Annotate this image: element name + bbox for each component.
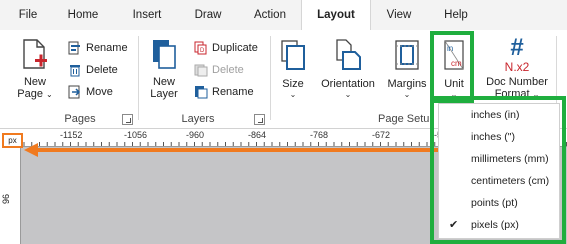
new-page-icon (23, 39, 47, 69)
ruler-label: -960 (186, 130, 205, 140)
page-orientation-icon (336, 39, 361, 70)
orientation-button[interactable]: Orientation ⌄ (316, 36, 380, 99)
rename-layer-button[interactable]: Rename (194, 83, 254, 101)
group-divider (138, 36, 139, 120)
menu-insert[interactable]: Insert (124, 0, 170, 30)
menu-home[interactable]: Home (62, 0, 104, 30)
menu-file[interactable]: File (14, 0, 42, 30)
new-page-label-1: New (23, 76, 46, 88)
menu-help[interactable]: Help (438, 0, 474, 30)
margins-button[interactable]: Margins ⌄ (384, 36, 430, 99)
chevron-down-icon: ⌄ (403, 90, 411, 99)
new-page-label-2: Page ⌄ (17, 88, 53, 100)
menu-view[interactable]: View (380, 0, 418, 30)
delete-layer-icon (194, 64, 208, 77)
group-divider (270, 36, 271, 120)
rename-page-icon (68, 41, 80, 55)
menu-bar: File Home Insert Draw Action Layout View… (0, 0, 567, 30)
ruler-label: -672 (372, 130, 391, 140)
pages-group-label: Pages (64, 113, 96, 125)
menu-layout[interactable]: Layout (301, 0, 371, 30)
delete-layer-button[interactable]: Delete (194, 61, 244, 79)
rename-page-button[interactable]: Rename (68, 39, 128, 57)
chevron-down-icon: ⌄ (344, 90, 352, 99)
ruler-label: -768 (310, 130, 329, 140)
menu-action[interactable]: Action (248, 0, 292, 30)
annotation-arrow-line (36, 148, 440, 152)
move-page-icon (68, 85, 81, 99)
doc-number-icon: # N.x2 (482, 36, 552, 76)
margins-label: Margins (387, 78, 427, 90)
unit-button-highlight (430, 31, 474, 103)
layers-dialog-launcher-icon[interactable] (254, 114, 265, 125)
doc-number-format-button[interactable]: # N.x2 Doc Number Format ⌄ (482, 36, 552, 101)
new-layer-label-2: Layer (150, 88, 178, 100)
hash-icon: # (510, 34, 524, 61)
page-size-icon (281, 40, 305, 70)
size-label: Size (282, 78, 304, 90)
trash-icon (70, 65, 80, 77)
new-layer-icon (153, 40, 176, 69)
menu-draw[interactable]: Draw (188, 0, 228, 30)
unit-dropdown-highlight (430, 96, 566, 244)
vertical-ruler-label: 96 (1, 193, 11, 204)
ruler-label: -1056 (124, 130, 148, 140)
move-page-button[interactable]: Move (68, 83, 113, 101)
ruler-label: -1152 (60, 130, 83, 140)
rename-layer-icon (195, 86, 208, 99)
page-margins-icon (395, 40, 419, 70)
chevron-down-icon: ⌄ (46, 90, 53, 99)
new-layer-label-1: New (152, 76, 175, 88)
annotation-arrow-head (24, 143, 38, 157)
duplicate-icon: D (194, 41, 207, 55)
ruler-label: -864 (248, 130, 267, 140)
new-layer-button[interactable]: New Layer (142, 36, 186, 100)
doc-number-icon-text: N.x2 (504, 60, 530, 74)
duplicate-layer-button[interactable]: D Duplicate (194, 39, 258, 57)
page-setup-group-label: Page Setu (378, 113, 430, 125)
pages-dialog-launcher-icon[interactable] (122, 114, 133, 125)
chevron-down-icon: ⌄ (289, 90, 297, 99)
new-page-button[interactable]: New Page ⌄ (12, 36, 58, 101)
vertical-ruler[interactable]: 96 (0, 146, 21, 244)
doc-number-label-1: Doc Number (486, 76, 548, 88)
ruler-unit-indicator[interactable]: px (2, 133, 23, 148)
size-button[interactable]: Size ⌄ (276, 36, 310, 99)
delete-page-button[interactable]: Delete (68, 61, 118, 79)
layers-group-label: Layers (181, 113, 215, 125)
orientation-label: Orientation (321, 78, 375, 90)
svg-text:D: D (200, 48, 205, 54)
